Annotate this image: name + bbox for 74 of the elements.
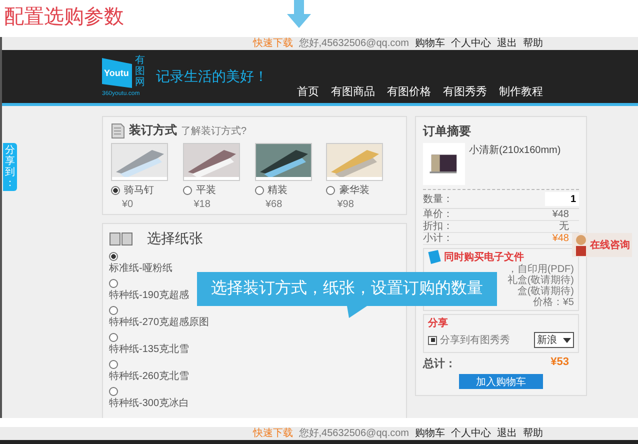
radio-button[interactable] bbox=[182, 186, 192, 194]
radio-button[interactable] bbox=[326, 186, 336, 194]
document-icon bbox=[111, 122, 125, 138]
logo-book-icon bbox=[102, 58, 132, 88]
top-bar-link[interactable]: 购物车 bbox=[415, 427, 445, 440]
radio-button[interactable] bbox=[109, 360, 118, 369]
option-label: 特种纸-190克超感 bbox=[109, 290, 190, 302]
quantity-field[interactable]: 1 bbox=[545, 192, 579, 206]
ebook-option: 礼盒(敬请期待) bbox=[507, 275, 574, 286]
ebook-option: 盒(敬请期待) bbox=[517, 286, 574, 297]
radio-button[interactable] bbox=[109, 387, 118, 396]
option-price: ¥68 bbox=[264, 199, 282, 210]
ebook-option: ，自印用(PDF) bbox=[507, 264, 574, 275]
option-label: 特种纸-260克北雪 bbox=[109, 371, 190, 383]
option-label: 平装 bbox=[196, 184, 216, 197]
help-link[interactable]: 了解装订方式? bbox=[181, 124, 247, 138]
caret-icon bbox=[563, 336, 571, 344]
section-title: 选择纸张 bbox=[147, 230, 203, 248]
nav-link[interactable]: 制作教程 bbox=[499, 84, 543, 99]
option-label: 豪华装 bbox=[339, 184, 370, 197]
option-label: 特种纸-135克北雪 bbox=[109, 344, 190, 356]
nav-link[interactable]: 有图价格 bbox=[387, 84, 431, 99]
checkbox[interactable] bbox=[428, 336, 437, 344]
logo-text: Youtu bbox=[104, 68, 129, 78]
option-price: ¥0 bbox=[121, 199, 134, 210]
nav-link[interactable]: 有图秀秀 bbox=[443, 84, 487, 99]
option-label: 骑马钉 bbox=[124, 184, 154, 197]
callout-pointer bbox=[347, 306, 367, 318]
ebook-title: 同时购买电子文件 bbox=[444, 250, 524, 264]
logo-text: 有图网 bbox=[135, 54, 145, 88]
section-title: 装订方式 bbox=[129, 122, 177, 139]
total-label: 总计： bbox=[423, 356, 456, 371]
option-price: ¥18 bbox=[192, 199, 210, 210]
top-bar-link[interactable]: 帮助 bbox=[523, 37, 543, 50]
quantity-label: 数量： bbox=[423, 193, 453, 206]
share-label: 分享到有图秀秀 bbox=[440, 334, 510, 347]
radio-button[interactable] bbox=[254, 186, 264, 194]
down-arrow-icon bbox=[287, 0, 311, 28]
summary-value: ¥48 bbox=[552, 233, 569, 244]
top-bar-link[interactable]: 退出 bbox=[497, 37, 517, 50]
online-chat-badge[interactable]: 在线咨询 bbox=[572, 233, 632, 257]
option-label: 标准纸-哑粉纸 bbox=[109, 263, 172, 275]
radio-button[interactable] bbox=[109, 252, 118, 261]
add-to-cart-button[interactable]: 加入购物车 bbox=[459, 374, 543, 389]
top-bar-link[interactable]: 帮助 bbox=[523, 427, 543, 440]
section-title: 订单摘要 bbox=[423, 123, 472, 140]
top-bar-link[interactable]: 个人中心 bbox=[451, 37, 491, 50]
option-label: 特种纸-300克冰白 bbox=[109, 398, 190, 410]
book-icon bbox=[428, 250, 441, 264]
top-bar-link[interactable]: 购物车 bbox=[415, 37, 445, 50]
radio-button[interactable] bbox=[111, 186, 120, 194]
nav-link[interactable]: 首页 bbox=[297, 84, 319, 99]
radio-button[interactable] bbox=[109, 306, 118, 315]
share-title: 分享 bbox=[428, 316, 449, 330]
summary-label: 折扣： bbox=[423, 221, 453, 232]
radio-button[interactable] bbox=[109, 333, 118, 342]
radio-button[interactable] bbox=[109, 279, 118, 288]
total-value: ¥53 bbox=[550, 356, 570, 370]
product-name: 小清新(210x160mm) bbox=[469, 144, 561, 158]
top-bar-link[interactable]: 退出 bbox=[497, 427, 517, 440]
summary-label: 小计： bbox=[423, 233, 453, 244]
open-book-icon bbox=[109, 232, 133, 246]
summary-value: ¥48 bbox=[552, 209, 569, 220]
slogan: 记录生活的美好！ bbox=[156, 68, 268, 86]
ebook-price: 价格：¥5 bbox=[532, 297, 574, 308]
summary-value: 无 bbox=[559, 221, 569, 232]
nav-link[interactable]: 有图商品 bbox=[331, 84, 375, 99]
summary-label: 单价： bbox=[423, 209, 453, 220]
option-price: ¥98 bbox=[336, 199, 354, 210]
share-select[interactable]: 新浪 bbox=[534, 332, 574, 348]
page-heading: 配置选购参数 bbox=[4, 5, 124, 29]
top-bar-link[interactable]: 个人中心 bbox=[451, 427, 491, 440]
option-label: 特种纸-270克超感原图 bbox=[109, 317, 210, 329]
option-label: 精装 bbox=[268, 184, 288, 197]
